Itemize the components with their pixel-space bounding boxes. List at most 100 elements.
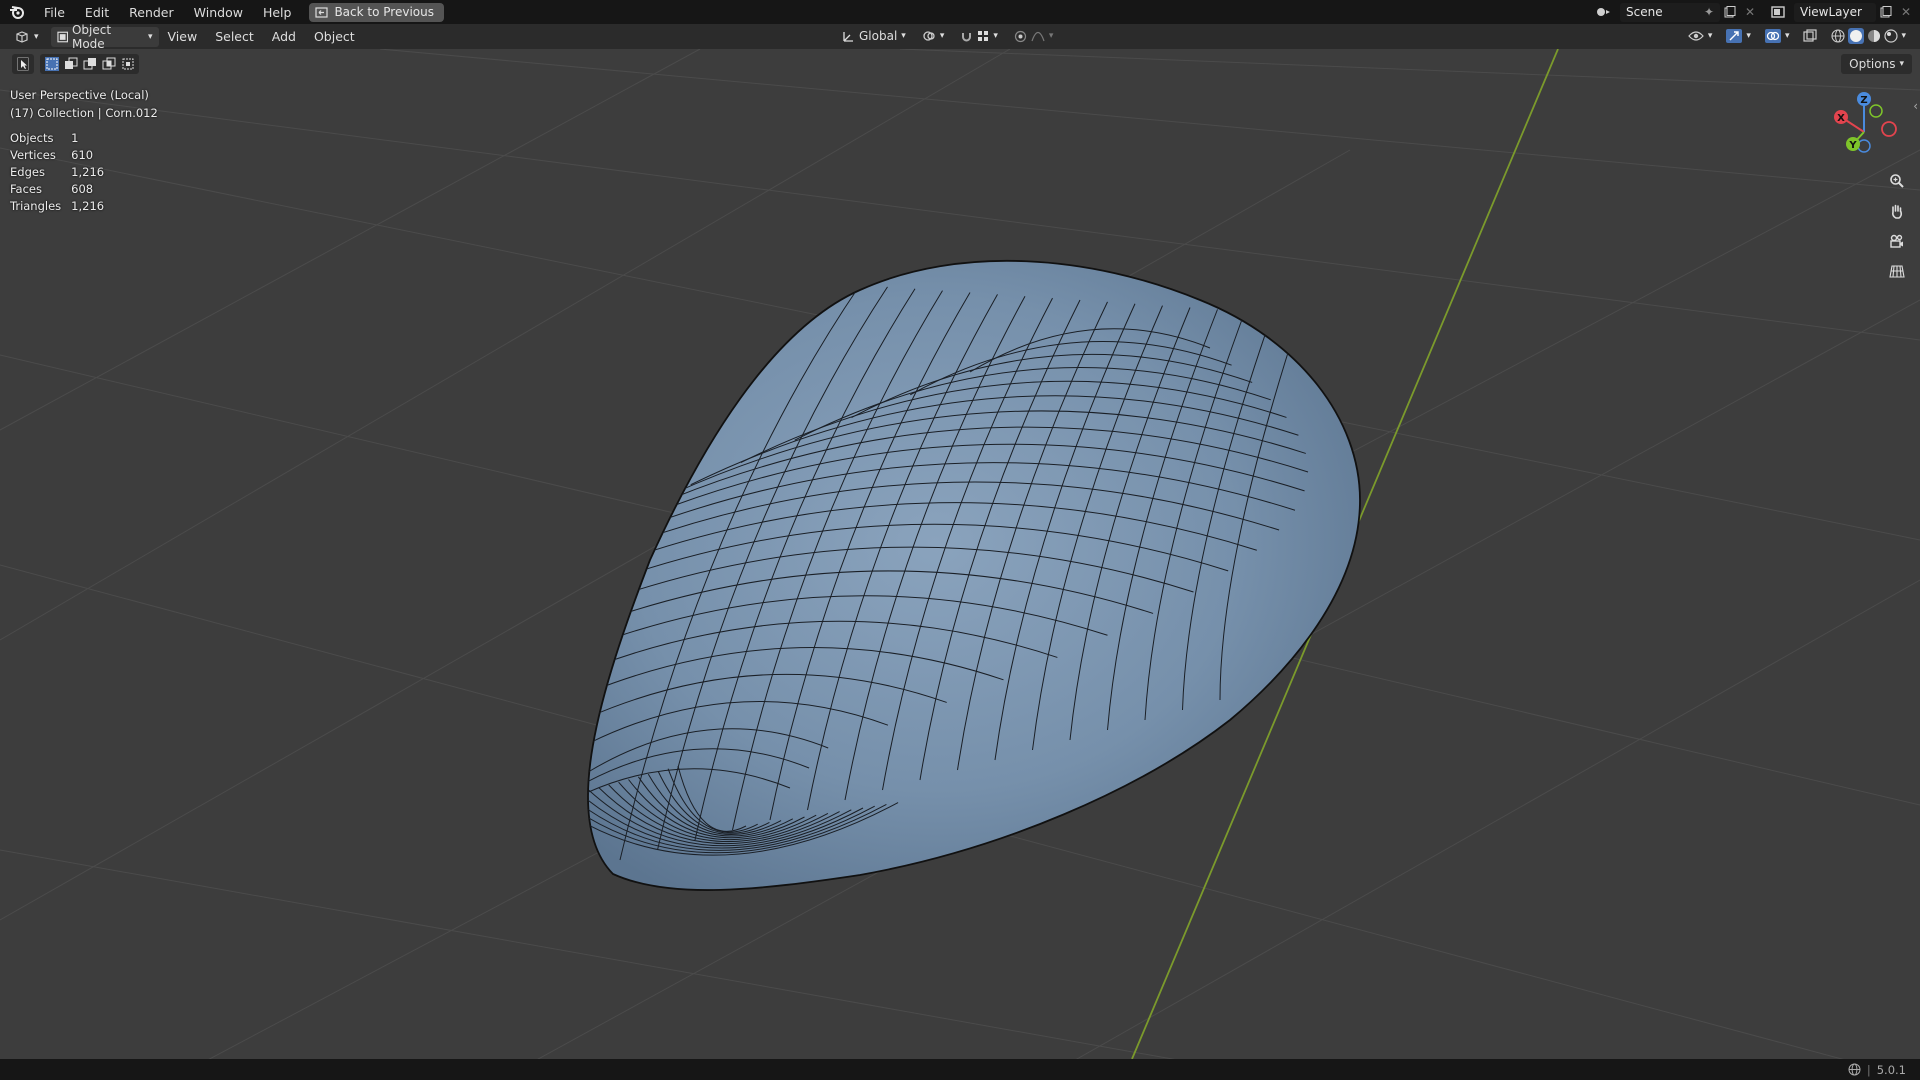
stat-row: Vertices 610 (10, 147, 114, 164)
header-menu-object[interactable]: Object (305, 29, 364, 44)
chevron-down-icon: ▾ (1048, 31, 1054, 41)
back-to-previous-label: Back to Previous (334, 5, 434, 19)
selection-mode-group (40, 54, 139, 74)
visibility-dropdown[interactable]: ▾ (1682, 26, 1719, 46)
snap-toggle[interactable]: ▾ (954, 26, 1004, 46)
chevron-down-icon: ▾ (901, 31, 906, 41)
menu-help[interactable]: Help (253, 0, 302, 24)
back-to-previous-button[interactable]: Back to Previous (309, 2, 444, 22)
blender-logo-icon[interactable] (0, 0, 34, 24)
pan-hand-icon[interactable] (1884, 198, 1910, 224)
corn-mesh[interactable] (490, 260, 1361, 891)
camera-view-icon[interactable] (1884, 228, 1910, 254)
wireframe-shading-icon[interactable] (1831, 29, 1846, 43)
stat-value: 1,216 (71, 165, 105, 179)
chevron-down-icon: ▾ (34, 31, 39, 42)
scene-field[interactable]: Scene ✦ (1620, 2, 1720, 22)
scene-type-icon[interactable] (1588, 2, 1618, 22)
scene-canvas[interactable] (0, 49, 1920, 1059)
stat-label: Objects (10, 131, 54, 145)
stat-value: 1 (71, 131, 79, 145)
new-view-layer-icon[interactable] (1876, 2, 1896, 22)
gizmo-pos-x[interactable] (1881, 121, 1897, 137)
gizmo-neg-z[interactable] (1857, 139, 1871, 153)
version-info: | 5.0.1 (1848, 1063, 1920, 1077)
xray-toggle[interactable] (1797, 26, 1823, 46)
new-scene-icon[interactable] (1720, 2, 1740, 22)
select-new-icon[interactable] (42, 54, 61, 74)
remove-view-layer-icon[interactable]: ✕ (1896, 2, 1916, 22)
chevron-down-icon[interactable]: ▾ (1901, 31, 1906, 41)
gizmo-y-label: Y (1848, 140, 1857, 151)
select-tool-button[interactable] (12, 54, 34, 74)
chevron-down-icon: ▾ (148, 31, 153, 42)
perspective-label: User Perspective (Local) (10, 88, 149, 102)
mode-dropdown[interactable]: Object Mode ▾ (50, 23, 159, 51)
view-layer-field[interactable]: ViewLayer (1794, 2, 1876, 22)
proportional-editing-toggle[interactable]: ▾ (1008, 26, 1060, 46)
zoom-icon[interactable] (1884, 168, 1910, 194)
stat-row: Edges 1,216 (10, 164, 114, 181)
pivot-point-dropdown[interactable]: ▾ (916, 26, 951, 46)
stat-label: Triangles (10, 199, 62, 213)
navigation-gizmo[interactable]: Z X Y (1824, 89, 1904, 169)
select-intersect-icon[interactable] (118, 54, 137, 74)
stat-row: Objects 1 (10, 130, 114, 147)
gizmo-z-label: Z (1860, 95, 1867, 106)
mode-label: Object Mode (71, 22, 112, 51)
back-icon (315, 6, 329, 18)
stat-label: Edges (10, 165, 45, 179)
transform-orientation-dropdown[interactable]: Global ▾ (836, 26, 912, 46)
proportional-icon (1014, 30, 1026, 42)
3d-viewport[interactable]: User Perspective (Local) (17) Collection… (0, 49, 1920, 1059)
gizmo-neg-y[interactable] (1869, 104, 1883, 118)
gizmo-x-label: X (1837, 113, 1845, 124)
menu-edit[interactable]: Edit (75, 0, 119, 24)
chevron-down-icon: ▾ (1707, 31, 1713, 41)
remove-scene-icon[interactable]: ✕ (1740, 2, 1760, 22)
select-extend-icon[interactable] (61, 54, 80, 74)
header-menu-view[interactable]: View (159, 29, 207, 44)
chevron-down-icon: ▾ (1899, 59, 1904, 69)
3d-view-icon (16, 30, 28, 43)
header-menu-select[interactable]: Select (206, 29, 263, 44)
stat-row: Faces 608 (10, 181, 114, 198)
gizmo-icon (1726, 29, 1743, 43)
scene-name: Scene (1626, 5, 1663, 19)
chevron-down-icon: ▾ (939, 31, 945, 41)
sidebar-toggle-icon[interactable]: ‹ (1913, 99, 1918, 113)
header-menu-add[interactable]: Add (263, 29, 305, 44)
scene-statistics: Objects 1 Vertices 610 Edges 1,216 Faces 608… (10, 130, 114, 215)
menu-file[interactable]: File (34, 0, 75, 24)
grid-line (379, 49, 1920, 191)
gizmo-toggle[interactable]: ▾ (1720, 26, 1757, 46)
collection-label: (17) Collection | Corn.012 (10, 106, 158, 120)
status-bar: | 5.0.1 (0, 1059, 1920, 1080)
select-invert-icon[interactable] (99, 54, 118, 74)
viewport-header: ▾ Object Mode ▾ View Select Add Object G… (0, 23, 1920, 51)
viewport-info: User Perspective (Local) (17) Collection… (10, 86, 158, 122)
view-layer-type-icon[interactable] (1764, 2, 1794, 22)
perspective-ortho-icon[interactable] (1884, 258, 1910, 284)
material-shading-icon[interactable] (1867, 29, 1881, 43)
overlays-toggle[interactable]: ▾ (1759, 26, 1796, 46)
menu-render[interactable]: Render (119, 0, 184, 24)
viewport-tool-row (12, 54, 139, 74)
rendered-shading-icon[interactable] (1884, 29, 1899, 43)
stat-value: 610 (71, 148, 94, 162)
chevron-down-icon: ▾ (993, 31, 998, 41)
select-subtract-icon[interactable] (80, 54, 99, 74)
stat-label: Vertices (10, 148, 56, 162)
options-dropdown[interactable]: Options ▾ (1841, 54, 1912, 74)
top-menubar: File Edit Render Window Help Back to Pre… (0, 0, 1920, 24)
chevron-down-icon: ▾ (1784, 31, 1790, 41)
solid-shading-icon[interactable] (1848, 28, 1865, 44)
editor-type-dropdown[interactable]: ▾ (8, 27, 45, 47)
xray-icon (1803, 29, 1818, 42)
pivot-icon (923, 31, 935, 41)
menu-window[interactable]: Window (184, 0, 253, 24)
grid-line (899, 49, 1920, 91)
orientation-icon (843, 31, 853, 42)
magnet-icon (962, 32, 972, 41)
pin-icon[interactable]: ✦ (1704, 5, 1714, 19)
